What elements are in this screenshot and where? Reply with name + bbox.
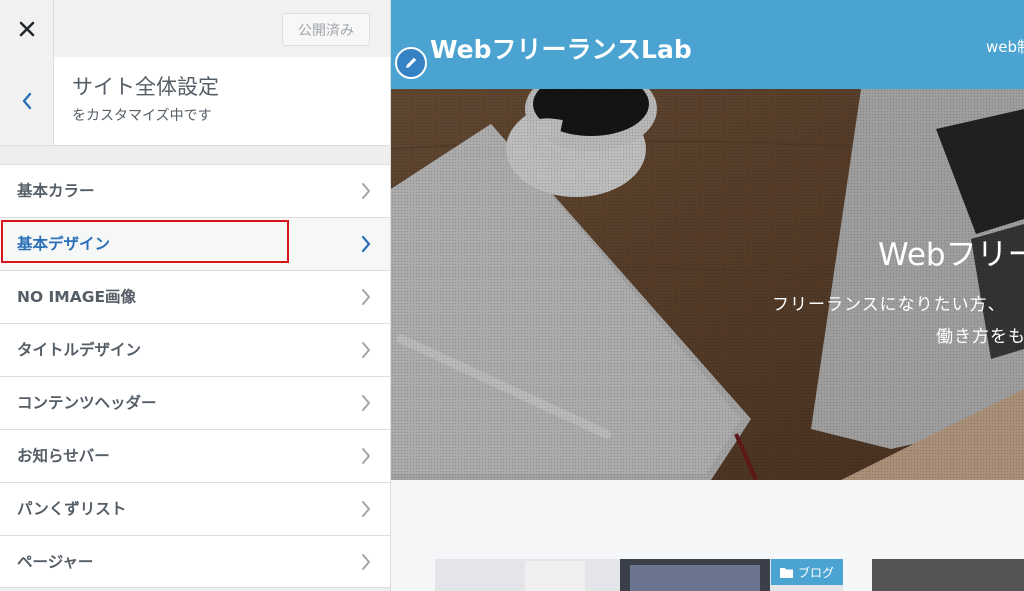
menu-item-label: タイトルデザイン <box>17 341 142 359</box>
site-preview: WebフリーランスLab web制 <box>391 0 1024 591</box>
chevron-right-icon <box>362 554 370 570</box>
menu-item-content-header[interactable]: コンテンツヘッダー <box>0 376 390 429</box>
category-label: ブログ <box>797 565 834 580</box>
hero-image: Webフリー フリーランスになりたい方、 働き方をも <box>391 89 1024 480</box>
customizer-sidebar: 公開済み サイト全体設定 をカスタマイズ中です 基本カラー 基本デザイン NO … <box>0 0 391 591</box>
customizer-topbar: 公開済み <box>0 0 390 58</box>
menu-item-label: 基本デザイン <box>17 235 111 253</box>
site-title[interactable]: WebフリーランスLab <box>430 30 692 66</box>
section-title: サイト全体設定 <box>72 75 219 99</box>
chevron-right-icon <box>362 342 370 358</box>
menu-item-no-image[interactable]: NO IMAGE画像 <box>0 270 390 323</box>
chevron-right-icon <box>361 235 371 253</box>
close-button[interactable] <box>0 0 54 57</box>
site-nav-item[interactable]: web制 <box>986 36 1024 57</box>
site-header: WebフリーランスLab web制 <box>391 0 1024 89</box>
menu-item-pager[interactable]: ページャー <box>0 535 390 588</box>
menu-item-basic-color[interactable]: 基本カラー <box>0 164 390 217</box>
menu-item-label: 基本カラー <box>17 182 95 200</box>
chevron-right-icon <box>362 289 370 305</box>
chevron-right-icon <box>362 448 370 464</box>
menu-item-breadcrumb[interactable]: パンくずリスト <box>0 482 390 535</box>
category-badge[interactable]: ブログ <box>770 559 843 585</box>
chevron-right-icon <box>362 501 370 517</box>
menu-item-label: NO IMAGE画像 <box>17 288 137 306</box>
post-cards-area: ブログ <box>391 480 1024 591</box>
folder-icon <box>779 567 793 578</box>
close-icon <box>19 21 34 36</box>
hero-title: Webフリー <box>878 237 1024 273</box>
hero-subtitle-line: フリーランスになりたい方、 <box>772 295 1006 315</box>
hero-subtitle-line: 働き方をも <box>936 327 1024 347</box>
settings-menu: 基本カラー 基本デザイン NO IMAGE画像 タイトルデザイン コンテンツヘッ… <box>0 164 390 588</box>
edit-shortcut-button[interactable] <box>395 47 427 79</box>
menu-item-label: コンテンツヘッダー <box>17 394 157 412</box>
menu-item-basic-design[interactable]: 基本デザイン <box>0 217 390 270</box>
section-subtitle: をカスタマイズ中です <box>72 108 212 124</box>
post-card[interactable]: ブログ <box>435 559 843 591</box>
menu-item-label: パンくずリスト <box>17 500 127 518</box>
publish-button[interactable]: 公開済み <box>282 13 370 46</box>
section-header: サイト全体設定 をカスタマイズ中です <box>0 57 390 146</box>
menu-item-label: お知らせバー <box>17 447 110 465</box>
chevron-left-icon <box>22 92 31 110</box>
hero-photo <box>391 89 1024 480</box>
menu-item-title-design[interactable]: タイトルデザイン <box>0 323 390 376</box>
menu-item-notice-bar[interactable]: お知らせバー <box>0 429 390 482</box>
back-button[interactable] <box>0 57 54 145</box>
post-card[interactable] <box>872 559 1024 591</box>
chevron-right-icon <box>362 395 370 411</box>
menu-item-label: ページャー <box>17 553 94 571</box>
chevron-right-icon <box>362 183 370 199</box>
pencil-icon <box>406 57 417 68</box>
